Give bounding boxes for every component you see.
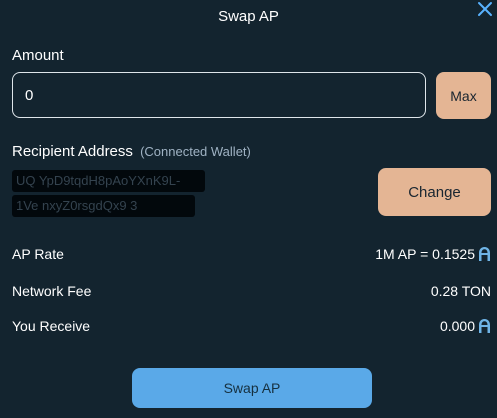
address-line-1: UQ YpD9tqdH8pAoYXnK9L- bbox=[12, 170, 205, 192]
ap-rate-value: 1M AP = 0.1525 bbox=[375, 246, 475, 262]
modal-title: Swap AP bbox=[218, 8, 279, 25]
token-icon bbox=[478, 318, 491, 334]
recipient-label-text: Recipient Address bbox=[12, 143, 133, 160]
ap-rate-row: AP Rate 1M AP = 0.1525 bbox=[12, 246, 491, 266]
swap-ap-modal: Swap AP Amount Max Recipient Address (Co… bbox=[0, 0, 497, 418]
amount-label: Amount bbox=[12, 47, 64, 64]
close-icon[interactable] bbox=[476, 0, 494, 18]
recipient-address-label: Recipient Address (Connected Wallet) bbox=[12, 143, 251, 160]
recipient-address: UQ YpD9tqdH8pAoYXnK9L- 1Ve nxyZ0rsgdQx9 … bbox=[12, 170, 222, 217]
swap-ap-button[interactable]: Swap AP bbox=[132, 368, 372, 408]
network-fee-value: 0.28 TON bbox=[430, 283, 491, 299]
ap-rate-label: AP Rate bbox=[12, 246, 64, 262]
you-receive-row: You Receive 0.000 bbox=[12, 318, 491, 338]
address-line-2: 1Ve nxyZ0rsgdQx9 3 bbox=[12, 195, 195, 217]
amount-input[interactable] bbox=[12, 72, 426, 118]
token-icon bbox=[478, 246, 491, 262]
you-receive-label: You Receive bbox=[12, 318, 91, 334]
ap-rate-value-wrap: 1M AP = 0.1525 bbox=[375, 246, 491, 262]
you-receive-value-wrap: 0.000 bbox=[440, 318, 491, 334]
network-fee-row: Network Fee 0.28 TON bbox=[12, 283, 491, 303]
network-fee-label: Network Fee bbox=[12, 283, 92, 299]
max-button[interactable]: Max bbox=[436, 72, 491, 119]
change-button[interactable]: Change bbox=[378, 168, 491, 216]
connected-wallet-sublabel: (Connected Wallet) bbox=[140, 144, 251, 159]
you-receive-value: 0.000 bbox=[439, 318, 475, 334]
